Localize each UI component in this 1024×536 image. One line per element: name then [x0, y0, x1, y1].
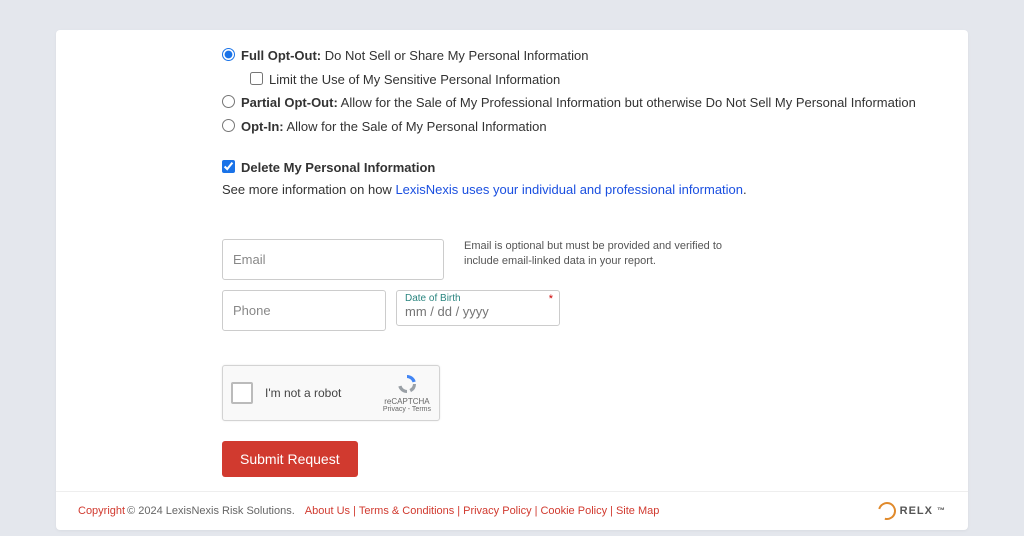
- checkbox-limit-sensitive[interactable]: [250, 72, 263, 85]
- link-cookie[interactable]: Cookie Policy: [540, 505, 607, 517]
- link-privacy[interactable]: Privacy Policy: [463, 505, 531, 517]
- submit-button[interactable]: Submit Request: [222, 441, 358, 477]
- link-sitemap[interactable]: Site Map: [616, 505, 659, 517]
- copyright-text: © 2024 LexisNexis Risk Solutions.: [127, 505, 295, 517]
- email-field[interactable]: [222, 239, 444, 280]
- label-delete-info: Delete My Personal Information: [241, 158, 435, 178]
- dob-field-wrap[interactable]: Date of Birth *: [396, 290, 560, 326]
- option-delete-info: Delete My Personal Information: [222, 158, 968, 178]
- dob-field[interactable]: [405, 304, 551, 319]
- checkbox-delete-info[interactable]: [222, 160, 235, 173]
- required-icon: *: [549, 293, 553, 305]
- email-helper: Email is optional but must be provided a…: [464, 239, 724, 270]
- label-limit-sensitive: Limit the Use of My Sensitive Personal I…: [269, 70, 560, 90]
- label-partial-opt-out: Partial Opt-Out: Allow for the Sale of M…: [241, 93, 916, 113]
- link-terms[interactable]: Terms & Conditions: [359, 505, 454, 517]
- relx-logo: RELX™: [878, 502, 946, 520]
- captcha-text: I'm not a robot: [265, 386, 383, 400]
- radio-partial-opt-out[interactable]: [222, 95, 235, 108]
- captcha-sub: Privacy - Terms: [383, 406, 431, 413]
- captcha-checkbox[interactable]: [231, 382, 253, 404]
- copyright-label: Copyright: [78, 505, 125, 517]
- recaptcha[interactable]: I'm not a robot reCAPTCHA Privacy - Term…: [222, 365, 440, 421]
- label-full-opt-out: Full Opt-Out: Do Not Sell or Share My Pe…: [241, 46, 588, 66]
- option-partial-opt-out: Partial Opt-Out: Allow for the Sale of M…: [222, 93, 968, 113]
- recaptcha-icon: [395, 372, 419, 396]
- radio-full-opt-out[interactable]: [222, 48, 235, 61]
- option-opt-in: Opt-In: Allow for the Sale of My Persona…: [222, 117, 968, 137]
- form-card: Full Opt-Out: Do Not Sell or Share My Pe…: [56, 30, 968, 530]
- footer-links: About Us|Terms & Conditions|Privacy Poli…: [305, 505, 660, 517]
- dob-label: Date of Birth: [405, 293, 551, 304]
- option-limit-sensitive: Limit the Use of My Sensitive Personal I…: [250, 70, 968, 90]
- option-full-opt-out: Full Opt-Out: Do Not Sell or Share My Pe…: [222, 46, 968, 66]
- info-link[interactable]: LexisNexis uses your individual and prof…: [395, 182, 743, 197]
- footer: Copyright © 2024 LexisNexis Risk Solutio…: [56, 491, 968, 520]
- phone-dob-row: Date of Birth *: [222, 290, 968, 331]
- email-row: Email is optional but must be provided a…: [222, 239, 968, 280]
- label-opt-in: Opt-In: Allow for the Sale of My Persona…: [241, 117, 547, 137]
- phone-field[interactable]: [222, 290, 386, 331]
- captcha-brand: reCAPTCHA: [383, 397, 431, 406]
- link-about[interactable]: About Us: [305, 505, 350, 517]
- info-line: See more information on how LexisNexis u…: [222, 182, 968, 197]
- relx-icon: [874, 498, 899, 523]
- radio-opt-in[interactable]: [222, 119, 235, 132]
